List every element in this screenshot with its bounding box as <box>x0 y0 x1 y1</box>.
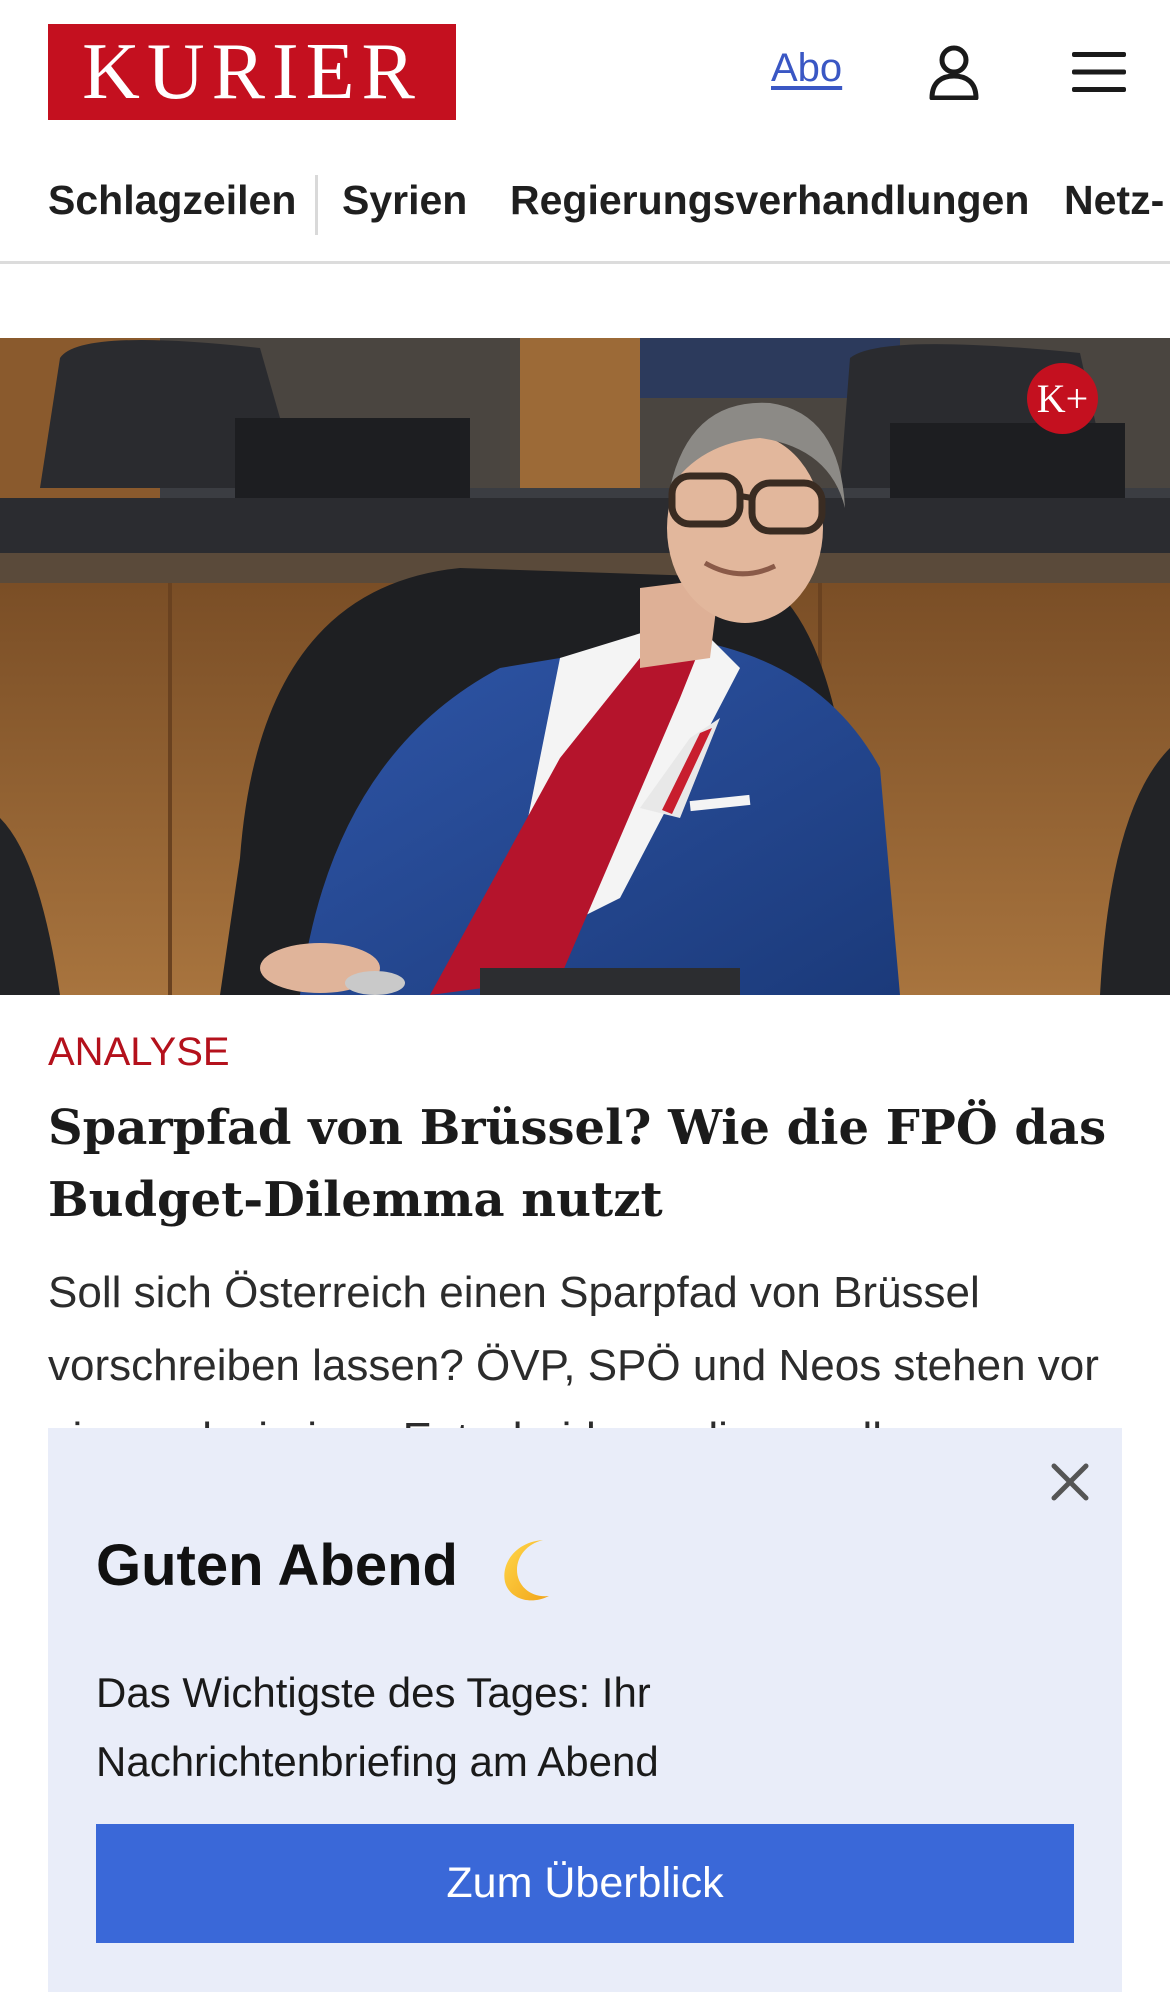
abo-link[interactable]: Abo <box>771 46 842 91</box>
hero-photo <box>0 338 1170 995</box>
site-header: KURIER Abo <box>0 0 1170 145</box>
hero-image[interactable]: K+ <box>0 338 1170 995</box>
moon-icon <box>504 1540 549 1601</box>
close-icon[interactable] <box>1046 1458 1094 1506</box>
evening-briefing-popup: Guten Abend Das Wichtigste des Tages: Ih… <box>48 1428 1122 1992</box>
kurier-plus-badge: K+ <box>1027 363 1098 434</box>
user-icon[interactable] <box>928 44 980 100</box>
page: KURIER Abo Schlagzeilen Syrien Regierung… <box>0 0 1170 1992</box>
zum-ueberblick-button[interactable]: Zum Überblick <box>96 1824 1074 1943</box>
article-headline[interactable]: Sparpfad von Brüssel? Wie die FPÖ das Bu… <box>48 1092 1128 1236</box>
nav-item-netz[interactable]: Netz- <box>1064 177 1164 224</box>
nav-divider <box>315 175 318 235</box>
popup-title: Guten Abend <box>96 1533 458 1598</box>
hamburger-menu-icon[interactable] <box>1072 50 1126 94</box>
nav-item-schlagzeilen[interactable]: Schlagzeilen <box>48 177 296 224</box>
popup-text: Das Wichtigste des Tages: Ihr Nachrichte… <box>96 1669 659 1785</box>
topic-nav: Schlagzeilen Syrien Regierungsverhandlun… <box>0 165 1170 264</box>
kurier-logo[interactable]: KURIER <box>48 24 456 120</box>
nav-item-regierungsverhandlungen[interactable]: Regierungsverhandlungen <box>510 177 1029 224</box>
article-kicker: ANALYSE <box>48 1030 230 1074</box>
nav-item-syrien[interactable]: Syrien <box>342 177 467 224</box>
